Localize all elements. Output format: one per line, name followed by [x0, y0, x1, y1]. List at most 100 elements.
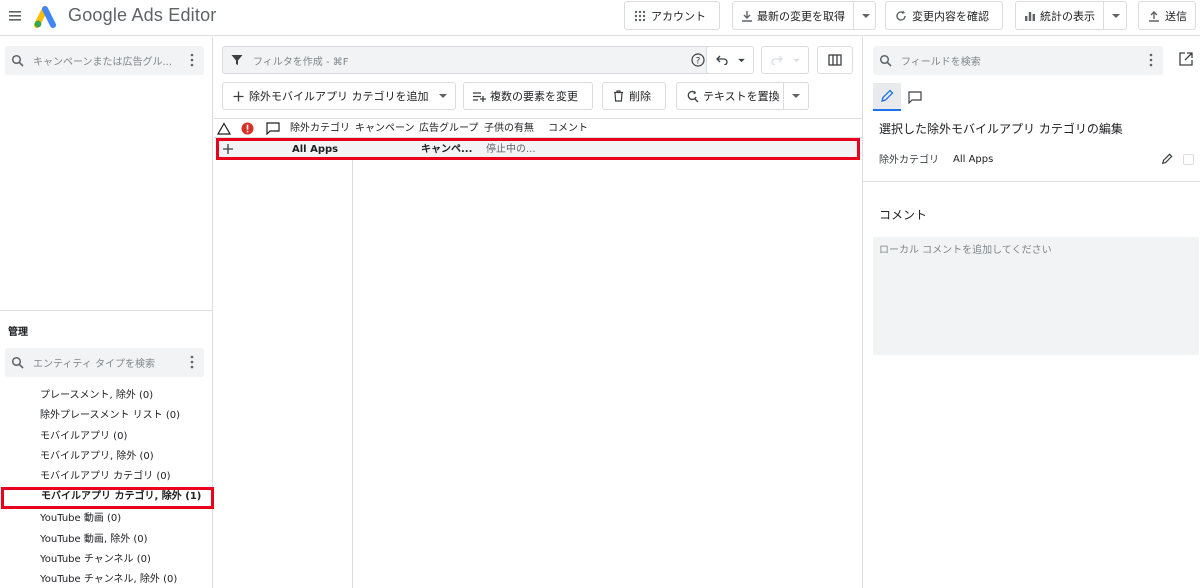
campaign-search-input[interactable]: キャンペーンまたは広告グル...	[5, 46, 204, 75]
pencil-icon	[881, 89, 894, 102]
entity-item[interactable]: YouTube チャンネル (0)	[0, 550, 213, 570]
redo-button[interactable]	[761, 46, 809, 74]
more-vert-icon[interactable]	[1149, 53, 1153, 67]
open-in-new-icon[interactable]	[1179, 52, 1193, 66]
warning-triangle-icon[interactable]	[217, 122, 231, 135]
column-header-comment[interactable]: コメント	[548, 119, 608, 138]
refresh-icon	[894, 9, 908, 23]
entity-item-selected[interactable]: モバイルアプリ カテゴリ, 除外 (1)	[1, 487, 214, 510]
replace-text-label: テキストを置換	[703, 90, 780, 103]
send-button[interactable]: 送信	[1138, 1, 1196, 30]
more-vert-icon[interactable]	[190, 53, 194, 67]
cell-children[interactable]: 停止中の...	[486, 143, 536, 157]
pencil-icon[interactable]	[1161, 153, 1173, 165]
divider	[863, 181, 1200, 182]
svg-text:?: ?	[696, 57, 701, 67]
menu-icon[interactable]	[8, 8, 24, 24]
trash-icon	[611, 89, 625, 103]
column-header-children[interactable]: 子供の有無	[484, 119, 544, 138]
chevron-down-icon[interactable]	[737, 58, 745, 63]
entity-item[interactable]: モバイルアプリ カテゴリ (0)	[0, 467, 213, 487]
table-row[interactable]: All Apps キャンペ... 停止中の...	[216, 138, 860, 160]
send-label: 送信	[1165, 9, 1187, 23]
tab-edit[interactable]	[873, 83, 901, 111]
columns-button[interactable]	[817, 46, 853, 74]
comment-icon	[908, 90, 922, 104]
field-value: All Apps	[953, 154, 994, 165]
entity-item[interactable]: YouTube チャンネル, 除外 (0)	[0, 570, 213, 588]
center-panel: フィルタを作成 - ⌘F ? 除外モバイルアプリ カテゴリを追加 複数の要素を変…	[214, 37, 862, 588]
comment-textarea[interactable]: ローカル コメントを追加してください	[873, 237, 1199, 355]
stats-label: 統計の表示	[1040, 9, 1095, 23]
multi-change-button[interactable]: 複数の要素を変更	[463, 82, 593, 110]
find-replace-icon	[685, 89, 699, 103]
undo-button[interactable]	[706, 46, 754, 74]
entity-item[interactable]: モバイルアプリ, 除外 (0)	[0, 447, 213, 467]
chevron-down-icon[interactable]	[783, 83, 800, 109]
right-panel: フィールドを検索 選択した除外モバイルアプリ カテゴリの編集 除外カテゴリ Al…	[862, 37, 1200, 588]
panel-tabs	[873, 83, 929, 111]
cell-category[interactable]: All Apps	[292, 143, 338, 157]
app-title: Google Ads Editor	[68, 5, 217, 25]
chevron-down-icon[interactable]	[792, 58, 800, 63]
divider	[0, 310, 213, 311]
entity-item[interactable]: 除外プレースメント リスト (0)	[0, 406, 213, 426]
data-grid: 除外カテゴリ キャンペーン 広告グループ 子供の有無 コメント All Apps…	[214, 118, 862, 588]
account-button[interactable]: アカウント	[624, 1, 720, 30]
field-search-input[interactable]: フィールドを検索	[873, 46, 1163, 75]
cell-ad-group[interactable]: キャンペ...	[421, 143, 472, 157]
stats-button[interactable]: 統計の表示	[1015, 1, 1127, 30]
undo-icon	[715, 55, 728, 65]
delete-button[interactable]: 削除	[602, 82, 666, 110]
add-button-label: 除外モバイルアプリ カテゴリを追加	[249, 90, 429, 103]
columns-icon	[828, 54, 842, 66]
multi-change-label: 複数の要素を変更	[490, 90, 578, 103]
entity-search-input[interactable]: エンティティ タイプを検索	[5, 348, 204, 377]
filter-icon	[231, 55, 243, 65]
manage-label: 管理	[8, 327, 28, 338]
edit-panel-title: 選択した除外モバイルアプリ カテゴリの編集	[879, 122, 1123, 136]
get-changes-button[interactable]: 最新の変更を取得	[732, 1, 876, 30]
review-changes-button[interactable]: 変更内容を確認	[885, 1, 1003, 30]
filter-input[interactable]: フィルタを作成 - ⌘F ?	[222, 46, 712, 74]
chevron-down-icon[interactable]	[1103, 2, 1120, 29]
help-icon[interactable]: ?	[691, 53, 705, 67]
chevron-down-icon[interactable]	[853, 2, 870, 29]
upload-icon	[1147, 9, 1161, 23]
replace-text-button[interactable]: テキストを置換	[676, 82, 809, 110]
playlist-add-icon	[472, 89, 486, 103]
tab-comments[interactable]	[901, 83, 929, 111]
left-panel: キャンペーンまたは広告グル... 管理 エンティティ タイプを検索 プレースメン…	[0, 37, 214, 588]
field-label: 除外カテゴリ	[879, 155, 939, 166]
account-label: アカウント	[651, 9, 706, 23]
field-checkbox[interactable]	[1183, 154, 1194, 165]
entity-search-placeholder: エンティティ タイプを検索	[33, 359, 155, 370]
field-search-placeholder: フィールドを検索	[901, 57, 981, 68]
comment-placeholder: ローカル コメントを追加してください	[879, 245, 1052, 256]
column-header-category[interactable]: 除外カテゴリ	[290, 119, 352, 138]
column-header-ad-group[interactable]: 広告グループ	[419, 119, 481, 138]
top-bar: Google Ads Editor アカウント 最新の変更を取得 変更内容を確認	[0, 0, 1200, 36]
comment-icon[interactable]	[266, 122, 280, 135]
error-icon[interactable]	[241, 122, 254, 135]
filter-placeholder: フィルタを作成 - ⌘F	[253, 56, 349, 68]
google-ads-logo-icon	[34, 6, 56, 28]
grid-dots-icon	[633, 9, 647, 23]
entity-item[interactable]: プレースメント, 除外 (0)	[0, 386, 213, 406]
download-icon	[741, 9, 753, 23]
entity-item[interactable]: モバイルアプリ (0)	[0, 427, 213, 447]
entity-type-list: プレースメント, 除外 (0) 除外プレースメント リスト (0) モバイルアプ…	[0, 386, 214, 588]
delete-label: 削除	[629, 90, 651, 103]
campaign-search-placeholder: キャンペーンまたは広告グル...	[33, 57, 173, 68]
column-header-campaign[interactable]: キャンペーン	[355, 119, 415, 138]
add-negative-app-category-button[interactable]: 除外モバイルアプリ カテゴリを追加	[222, 82, 456, 110]
entity-item[interactable]: YouTube 動画, 除外 (0)	[0, 530, 213, 550]
plus-icon	[223, 144, 233, 154]
bar-chart-icon	[1024, 9, 1036, 23]
grid-header: 除外カテゴリ キャンペーン 広告グループ 子供の有無 コメント	[214, 118, 862, 138]
more-vert-icon[interactable]	[190, 355, 194, 369]
chevron-down-icon[interactable]	[439, 93, 447, 99]
search-icon	[11, 54, 24, 67]
entity-item[interactable]: YouTube 動画 (0)	[0, 509, 213, 529]
search-icon	[11, 356, 24, 369]
